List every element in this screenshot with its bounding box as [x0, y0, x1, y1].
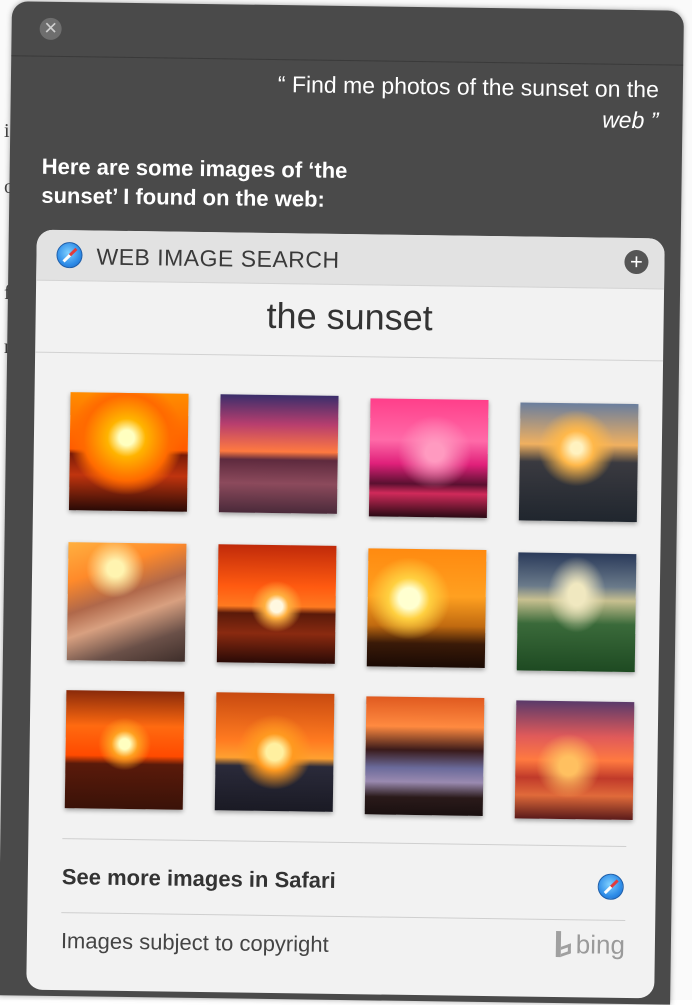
bing-logo: bing [555, 927, 626, 961]
sunset-image-10[interactable] [214, 692, 335, 812]
sunset-image-11[interactable] [364, 696, 485, 816]
copyright-notice: Images subject to copyright [60, 928, 329, 957]
query-line: “ Find me photos of the sunset on the [277, 71, 660, 103]
sunset-image-2[interactable] [218, 394, 339, 514]
spoken-query: “ Find me photos of the sunset on the we… [218, 68, 659, 136]
bing-icon [555, 930, 570, 958]
sunset-image-5[interactable] [66, 542, 187, 662]
sunset-image-4[interactable] [518, 402, 639, 523]
divider [11, 55, 684, 66]
safari-icon [597, 873, 624, 900]
add-to-notifications-button[interactable]: + [624, 248, 649, 275]
web-image-search-card: WEB IMAGE SEARCH + the sunset See more i… [26, 229, 665, 999]
query-line: web ” [602, 106, 659, 134]
plus-icon: + [629, 248, 644, 275]
provider-name: bing [575, 929, 626, 960]
close-button[interactable]: ✕ [39, 17, 62, 41]
divider [35, 351, 664, 362]
sunset-image-7[interactable] [366, 548, 487, 668]
image-grid [64, 380, 647, 821]
see-more-label: See more images in Safari [61, 864, 336, 893]
close-icon: ✕ [43, 18, 58, 38]
sunset-image-12[interactable] [514, 700, 635, 821]
sunset-image-9[interactable] [64, 690, 185, 810]
card-header: WEB IMAGE SEARCH + [36, 229, 665, 290]
search-term: the sunset [266, 294, 434, 339]
safari-icon [56, 241, 83, 269]
sunset-image-1[interactable] [68, 392, 189, 512]
sunset-image-3[interactable] [368, 398, 489, 518]
response-line: sunset’ I found on the web: [41, 182, 326, 212]
sunset-image-8[interactable] [516, 552, 637, 673]
see-more-in-safari-link[interactable]: See more images in Safari [27, 842, 656, 921]
siri-window: ✕ “ Find me photos of the sunset on the … [0, 1, 684, 1005]
background-text: i [4, 120, 10, 142]
card-title: WEB IMAGE SEARCH [96, 243, 340, 273]
siri-response: Here are some images of ‘the sunset’ I f… [41, 152, 402, 215]
sunset-image-6[interactable] [216, 544, 337, 664]
